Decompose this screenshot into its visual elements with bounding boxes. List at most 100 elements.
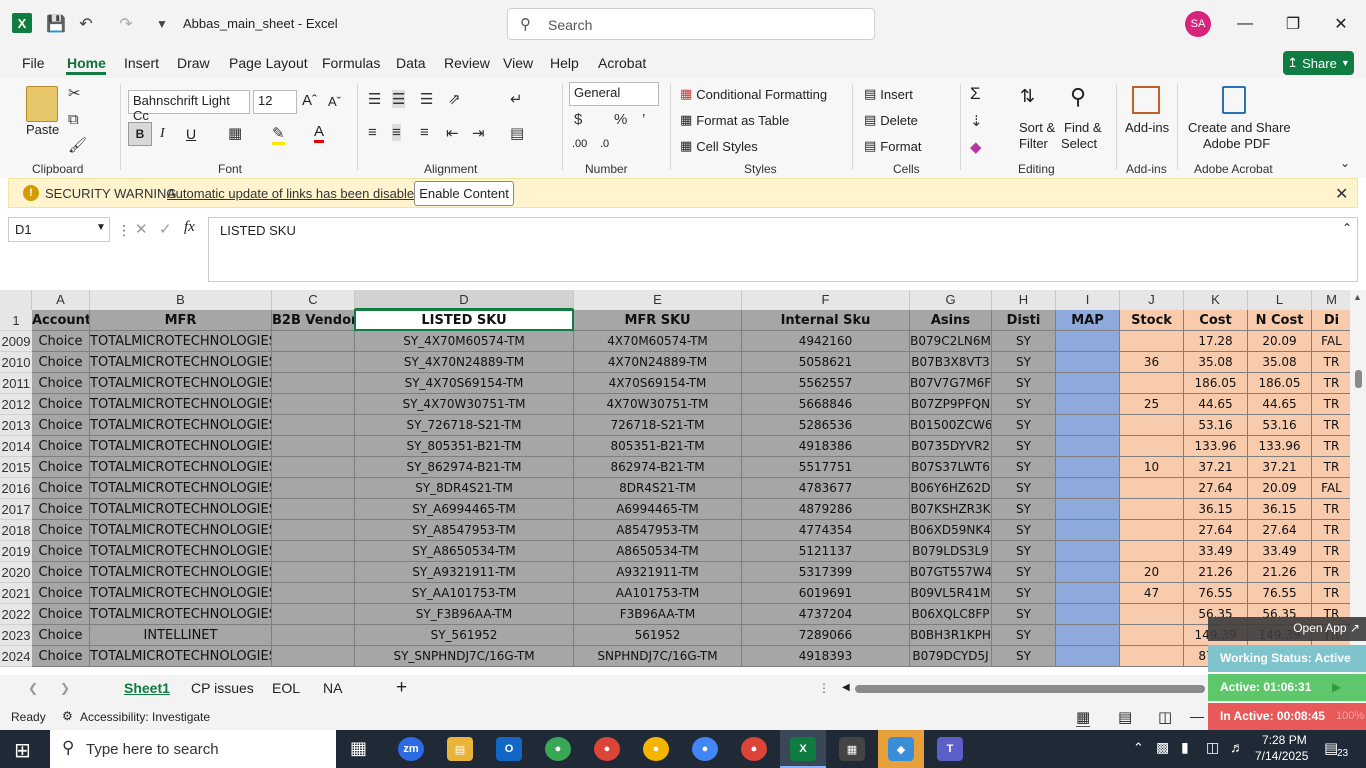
table-cell[interactable] <box>272 478 355 499</box>
tray-icon[interactable]: ▩ <box>1156 739 1169 756</box>
table-cell[interactable] <box>272 604 355 625</box>
table-cell[interactable]: Choice <box>32 604 90 625</box>
table-cell[interactable]: SY <box>992 415 1056 436</box>
paste-button[interactable]: Paste <box>26 122 59 137</box>
table-cell[interactable]: 4879286 <box>742 499 910 520</box>
table-cell[interactable]: 4X70N24889-TM <box>574 352 742 373</box>
table-cell[interactable]: B07S37LWT6 <box>910 457 992 478</box>
chrome-icon[interactable]: ● <box>692 737 718 761</box>
font-name-select[interactable]: Bahnschrift Light Cc <box>128 90 250 123</box>
create-pdf-label-2[interactable]: Adobe PDF <box>1203 136 1270 151</box>
table-cell[interactable]: SY_A6994465-TM <box>355 499 574 520</box>
table-cell[interactable]: SY <box>992 352 1056 373</box>
tab-insert[interactable]: Insert <box>124 55 159 71</box>
table-cell[interactable]: TOTALMICROTECHNOLOGIES <box>90 415 272 436</box>
battery-icon[interactable]: ▮ <box>1181 739 1189 756</box>
redo-icon[interactable]: ↷ <box>114 12 138 36</box>
table-cell[interactable] <box>272 520 355 541</box>
table-cell[interactable]: 44.65 <box>1248 394 1312 415</box>
table-cell[interactable]: 4774354 <box>742 520 910 541</box>
table-cell[interactable]: 76.55 <box>1184 583 1248 604</box>
table-cell[interactable]: B01500ZCW6 <box>910 415 992 436</box>
table-cell[interactable]: A9321911-TM <box>574 562 742 583</box>
column-header-k[interactable]: K <box>1184 290 1248 310</box>
table-cell[interactable]: 5562557 <box>742 373 910 394</box>
next-sheet-icon[interactable]: ❯ <box>60 681 70 695</box>
chevron-down-icon[interactable]: ▼ <box>96 222 106 233</box>
table-cell[interactable]: 35.08 <box>1248 352 1312 373</box>
table-cell[interactable]: 726718-S21-TM <box>574 415 742 436</box>
column-header-e[interactable]: E <box>574 290 742 310</box>
table-cell[interactable]: 47 <box>1120 583 1184 604</box>
table-cell[interactable]: 36.15 <box>1248 499 1312 520</box>
table-cell[interactable] <box>1056 646 1120 667</box>
find-select-icon[interactable]: ⚲ <box>1070 84 1086 110</box>
table-cell[interactable] <box>1056 352 1120 373</box>
table-cell[interactable]: SNPHNDJ7C/16G-TM <box>574 646 742 667</box>
sort-filter-label[interactable]: Sort & <box>1019 120 1055 135</box>
table-cell[interactable]: SY_4X70M60574-TM <box>355 331 574 352</box>
play-icon[interactable]: ▶ <box>1332 680 1341 694</box>
table-cell[interactable]: 4918393 <box>742 646 910 667</box>
close-button[interactable]: ✕ <box>1326 12 1356 36</box>
table-cell[interactable]: Choice <box>32 436 90 457</box>
app-icon[interactable]: ◆ <box>888 737 914 761</box>
table-cell[interactable] <box>1120 604 1184 625</box>
tab-help[interactable]: Help <box>550 55 579 71</box>
row-header[interactable]: 2023 <box>0 625 32 646</box>
table-cell[interactable]: SY <box>992 331 1056 352</box>
table-cell[interactable]: TOTALMICROTECHNOLOGIES <box>90 646 272 667</box>
table-cell[interactable]: 862974-B21-TM <box>574 457 742 478</box>
table-cell[interactable] <box>1120 478 1184 499</box>
table-cell[interactable]: Choice <box>32 331 90 352</box>
table-cell[interactable] <box>1120 331 1184 352</box>
table-cell[interactable] <box>1120 499 1184 520</box>
table-cell[interactable] <box>1120 436 1184 457</box>
tab-home[interactable]: Home <box>67 55 106 71</box>
tab-view[interactable]: View <box>503 55 533 71</box>
table-cell[interactable]: 6019691 <box>742 583 910 604</box>
table-cell[interactable] <box>1120 541 1184 562</box>
table-cell[interactable]: B07KSHZR3K <box>910 499 992 520</box>
table-cell[interactable]: 8DR4S21-TM <box>574 478 742 499</box>
tab-review[interactable]: Review <box>444 55 490 71</box>
column-header-j[interactable]: J <box>1120 290 1184 310</box>
table-cell[interactable]: Choice <box>32 562 90 583</box>
undo-icon[interactable]: ↶ <box>74 12 98 36</box>
restore-button[interactable]: ❐ <box>1278 12 1308 36</box>
table-cell[interactable] <box>1056 499 1120 520</box>
table-cell[interactable]: 5121137 <box>742 541 910 562</box>
formula-bar[interactable]: LISTED SKU ⌃ <box>208 217 1358 282</box>
table-cell[interactable]: Choice <box>32 352 90 373</box>
autosum-icon[interactable]: Σ <box>970 84 981 104</box>
table-cell[interactable]: B07GT557W4 <box>910 562 992 583</box>
clock-time[interactable]: 7:28 PM <box>1262 733 1307 747</box>
table-cell[interactable]: A8547953-TM <box>574 520 742 541</box>
table-cell[interactable]: 21.26 <box>1184 562 1248 583</box>
table-cell[interactable]: SY <box>992 478 1056 499</box>
table-cell[interactable]: 53.16 <box>1248 415 1312 436</box>
table-cell[interactable] <box>272 541 355 562</box>
table-cell[interactable]: 5517751 <box>742 457 910 478</box>
fill-icon[interactable]: ⇣ <box>970 112 983 130</box>
table-cell[interactable]: 17.28 <box>1184 331 1248 352</box>
row-header[interactable]: 2016 <box>0 478 32 499</box>
table-cell[interactable]: 21.26 <box>1248 562 1312 583</box>
table-cell[interactable]: 4X70S69154-TM <box>574 373 742 394</box>
sheet-tab-eol[interactable]: EOL <box>272 680 300 696</box>
table-cell[interactable]: 33.49 <box>1184 541 1248 562</box>
table-cell[interactable]: A6994465-TM <box>574 499 742 520</box>
table-cell[interactable] <box>272 415 355 436</box>
delete-cells-button[interactable]: ▤ Delete <box>864 112 918 128</box>
row-header[interactable]: 2011 <box>0 373 32 394</box>
column-header-m[interactable]: M <box>1312 290 1350 310</box>
table-cell[interactable]: 27.64 <box>1184 478 1248 499</box>
table-cell[interactable]: 36.15 <box>1184 499 1248 520</box>
orientation-icon[interactable]: ⇗ <box>448 90 461 108</box>
table-cell[interactable]: Choice <box>32 415 90 436</box>
table-cell[interactable]: B0735DYVR2 <box>910 436 992 457</box>
table-cell[interactable]: B09VL5R41M <box>910 583 992 604</box>
table-cell[interactable] <box>1120 415 1184 436</box>
table-cell[interactable] <box>1120 373 1184 394</box>
table-cell[interactable]: TR <box>1312 562 1350 583</box>
